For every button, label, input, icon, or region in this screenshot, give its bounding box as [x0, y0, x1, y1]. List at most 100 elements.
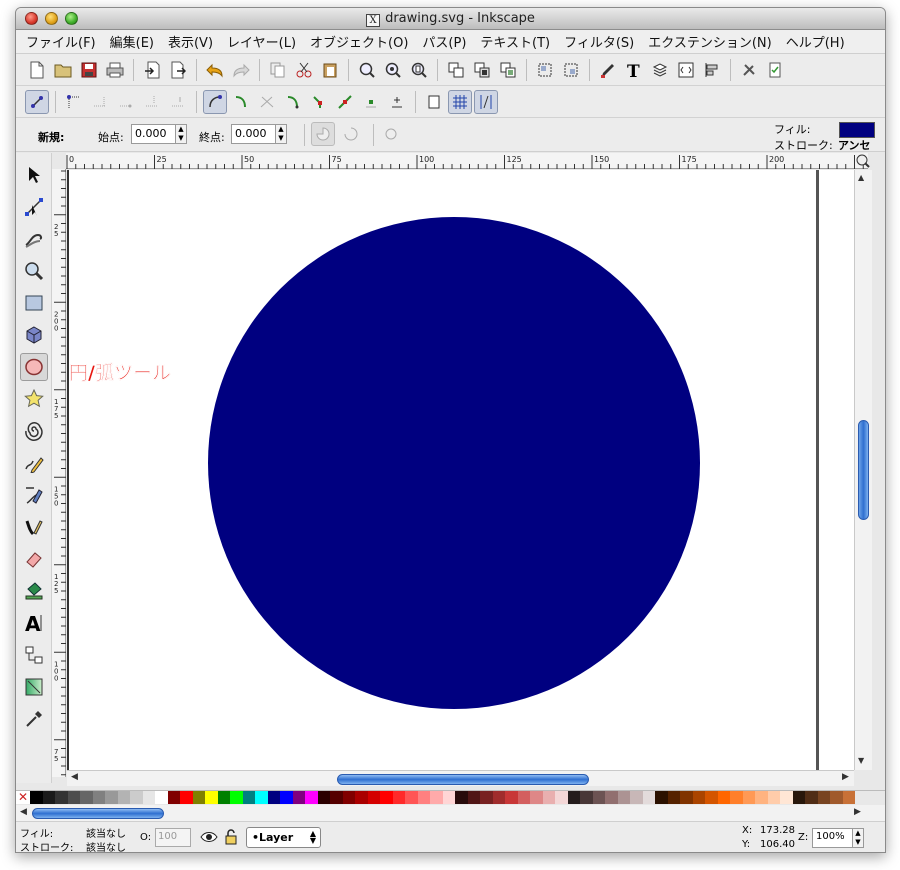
navy-circle[interactable]	[208, 217, 700, 709]
menu-filters[interactable]: フィルタ(S)	[564, 32, 634, 51]
menu-help[interactable]: ヘルプ(H)	[786, 32, 845, 51]
palette-swatch[interactable]	[417, 791, 430, 804]
palette-swatch[interactable]	[705, 791, 718, 804]
snap-smooth-nodes-icon[interactable]	[281, 90, 305, 114]
zoom-page-icon[interactable]	[407, 58, 431, 82]
palette-scroll-thumb[interactable]	[32, 808, 164, 819]
palette-swatch[interactable]	[517, 791, 530, 804]
palette-swatch[interactable]	[567, 791, 580, 804]
tweak-tool-icon[interactable]	[20, 225, 48, 253]
palette-swatch[interactable]	[555, 791, 568, 804]
palette-swatch[interactable]	[592, 791, 605, 804]
layers-icon[interactable]	[648, 58, 672, 82]
palette-swatch[interactable]	[805, 791, 818, 804]
palette-swatch[interactable]	[817, 791, 830, 804]
palette-swatch[interactable]	[217, 791, 230, 804]
palette-swatch[interactable]	[367, 791, 380, 804]
palette-swatch[interactable]	[142, 791, 155, 804]
snap-nodes-icon[interactable]	[203, 89, 227, 114]
spiral-tool-icon[interactable]	[20, 417, 48, 445]
snap-guides-icon[interactable]	[474, 89, 498, 114]
palette-swatch[interactable]	[717, 791, 730, 804]
scroll-down-icon[interactable]: ▼	[858, 756, 864, 765]
palette-swatch[interactable]	[342, 791, 355, 804]
palette-swatch[interactable]	[442, 791, 455, 804]
zoom-stepper-icon[interactable]: ▲ ▼	[852, 828, 864, 848]
snap-enable-icon[interactable]	[25, 89, 49, 114]
palette-swatch[interactable]	[117, 791, 130, 804]
snap-paths-icon[interactable]	[229, 90, 253, 114]
redo-icon[interactable]	[229, 58, 253, 82]
menu-layer[interactable]: レイヤー(L)	[227, 32, 296, 51]
palette-swatch[interactable]	[742, 791, 755, 804]
group-icon[interactable]	[533, 58, 557, 82]
fill-stroke-icon[interactable]	[596, 58, 620, 82]
palette-swatch[interactable]	[480, 791, 493, 804]
palette-swatch[interactable]	[180, 791, 193, 804]
palette-swatch[interactable]	[280, 791, 293, 804]
palette-swatch[interactable]	[467, 791, 480, 804]
palette-swatch[interactable]	[67, 791, 80, 804]
xml-editor-icon[interactable]	[674, 58, 698, 82]
start-angle-stepper-icon[interactable]: ▲ ▼	[175, 124, 187, 144]
paint-bucket-tool-icon[interactable]	[20, 577, 48, 605]
palette-swatch[interactable]	[655, 791, 668, 804]
palette-swatch[interactable]	[755, 791, 768, 804]
horizontal-scrollbar[interactable]: ◀ ▶	[67, 770, 854, 786]
gradient-tool-icon[interactable]	[20, 673, 48, 701]
snap-rotation-center-icon[interactable]	[385, 90, 409, 114]
zoom-selection-icon[interactable]	[355, 58, 379, 82]
palette-swatch[interactable]	[55, 791, 68, 804]
layer-dropdown[interactable]: •Layer ▲ ▼	[246, 827, 321, 848]
vertical-scrollbar[interactable]: ▲ ▼	[854, 170, 872, 770]
menu-text[interactable]: テキスト(T)	[480, 32, 550, 51]
open-arc-icon[interactable]	[339, 122, 363, 146]
start-angle-input[interactable]: 0.000 ▲ ▼	[131, 124, 187, 144]
palette-scrollbar[interactable]: ◀ ▶	[16, 805, 885, 821]
save-icon[interactable]	[77, 58, 101, 82]
ellipse-tool-icon[interactable]	[20, 353, 48, 381]
palette-swatch[interactable]	[530, 791, 543, 804]
zoom-drawing-icon[interactable]	[381, 58, 405, 82]
palette-swatch[interactable]	[492, 791, 505, 804]
palette-swatch[interactable]	[842, 791, 855, 804]
palette-swatch[interactable]	[92, 791, 105, 804]
copy-icon[interactable]	[266, 58, 290, 82]
palette-swatch[interactable]	[305, 791, 318, 804]
zoom-input[interactable]: 100% ▲ ▼	[812, 828, 864, 848]
text-tool-icon[interactable]: A	[20, 609, 48, 637]
menu-edit[interactable]: 編集(E)	[110, 32, 154, 51]
calligraphy-tool-icon[interactable]	[20, 513, 48, 541]
no-paint-swatch-icon[interactable]: ✕	[16, 791, 30, 804]
palette-swatch[interactable]	[405, 791, 418, 804]
snap-bbox-edge-icon[interactable]	[88, 90, 112, 114]
zoom-tool-icon[interactable]	[20, 257, 48, 285]
snap-midpoints-icon[interactable]	[333, 90, 357, 114]
palette-swatch[interactable]	[430, 791, 443, 804]
palette-swatch[interactable]	[630, 791, 643, 804]
menu-object[interactable]: オブジェクト(O)	[310, 32, 408, 51]
snap-bbox-midpoint-icon[interactable]	[140, 90, 164, 114]
palette-swatch[interactable]	[255, 791, 268, 804]
scroll-up-icon[interactable]: ▲	[858, 173, 864, 182]
preferences-icon[interactable]	[737, 58, 761, 82]
palette-swatch[interactable]	[730, 791, 743, 804]
palette-swatch[interactable]	[505, 791, 518, 804]
scroll-right-icon[interactable]: ▶	[842, 772, 849, 782]
vertical-scroll-thumb[interactable]	[858, 420, 869, 520]
fill-color-swatch[interactable]	[839, 122, 875, 138]
node-tool-icon[interactable]	[20, 193, 48, 221]
palette-swatch[interactable]	[680, 791, 693, 804]
palette-swatch[interactable]	[42, 791, 55, 804]
rectangle-tool-icon[interactable]	[20, 289, 48, 317]
snap-intersection-icon[interactable]	[255, 90, 279, 114]
snap-grid-icon[interactable]	[448, 89, 472, 114]
palette-scroll-right-icon[interactable]: ▶	[854, 807, 861, 817]
duplicate-icon[interactable]	[444, 58, 468, 82]
palette-swatch[interactable]	[205, 791, 218, 804]
menu-extensions[interactable]: エクステンション(N)	[648, 32, 771, 51]
palette-swatch[interactable]	[392, 791, 405, 804]
star-tool-icon[interactable]	[20, 385, 48, 413]
export-icon[interactable]	[166, 58, 190, 82]
paste-icon[interactable]	[318, 58, 342, 82]
